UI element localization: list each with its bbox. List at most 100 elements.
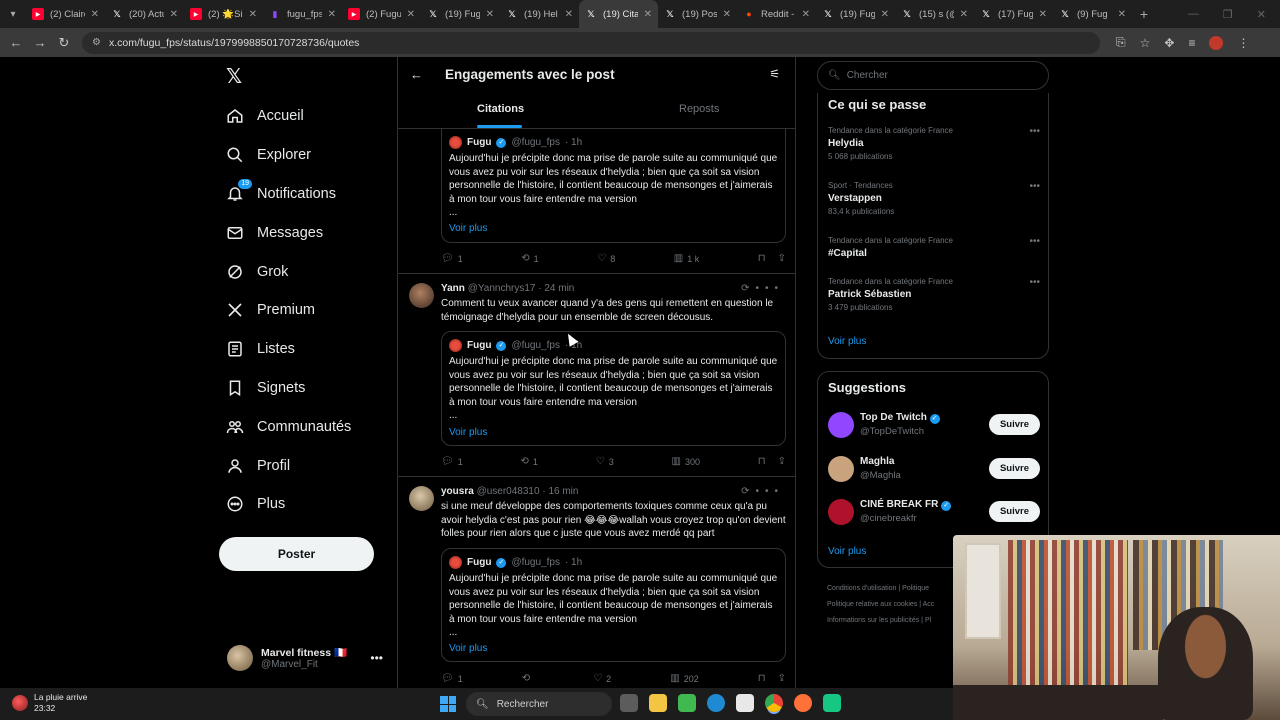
app-icon[interactable] [823, 694, 841, 712]
more-icon[interactable]: ••• [370, 651, 383, 665]
browser-tab[interactable]: 𝕏 (19) Pos ✕ [658, 0, 737, 28]
quote-post[interactable]: yousra @user048310 · 16 min ⟳••• si une me… [398, 478, 795, 688]
views-button[interactable]: ▥ 300 [672, 456, 700, 467]
close-tab-icon[interactable]: ✕ [91, 9, 99, 20]
share-icon[interactable]: ⇪ [778, 673, 786, 684]
store-icon[interactable] [736, 694, 754, 712]
browser-tab[interactable]: ▶ (2) Claire ✕ [26, 0, 105, 28]
extensions-icon[interactable]: ✥ [1164, 36, 1174, 50]
trend-item[interactable]: Tendance dans la catégorie France Patrick… [828, 277, 1040, 312]
footer-link[interactable]: Informations sur les publicités [827, 617, 919, 624]
tab-reposts[interactable]: Reposts [679, 103, 719, 115]
account-switcher[interactable]: Marvel fitness 🇫🇷 @Marvel_Fit ••• [227, 643, 387, 673]
firefox-icon[interactable] [794, 694, 812, 712]
url-bar[interactable]: ⚙ x.com/fugu_fps/status/1979998850170728… [82, 31, 1100, 54]
windows-start-icon[interactable] [440, 696, 456, 712]
post-author-handle[interactable]: @Yannchrys17 [468, 283, 536, 294]
browser-tab[interactable]: 𝕏 (9) Fug ✕ [1053, 0, 1132, 28]
avatar[interactable] [409, 283, 434, 308]
more-icon[interactable]: ••• [755, 486, 784, 497]
sidebar-item-messages[interactable]: Messages [226, 213, 351, 252]
browser-menu-icon[interactable]: ⋮ [1237, 36, 1249, 50]
sidebar-item-listes[interactable]: Listes [226, 330, 351, 369]
views-button[interactable]: ▥ 1 k [674, 253, 699, 264]
close-tab-icon[interactable]: ✕ [644, 9, 652, 20]
taskbar-search[interactable]: 🔍︎ Rechercher [466, 692, 612, 716]
post-author-handle[interactable]: @user048310 [477, 486, 540, 497]
close-tab-icon[interactable]: ✕ [802, 9, 810, 20]
footer-link[interactable]: Conditions d'utilisation [827, 585, 896, 592]
post-button[interactable]: Poster [219, 537, 374, 571]
reload-icon[interactable]: ↻ [52, 35, 76, 51]
footer-link[interactable]: Politique relative aux cookies [827, 601, 917, 608]
more-icon[interactable]: ••• [1029, 126, 1040, 137]
close-tab-icon[interactable]: ✕ [565, 9, 573, 20]
suggestion-name[interactable]: CINÉ BREAK FR ✓ [860, 499, 952, 511]
task-view-icon[interactable] [620, 694, 638, 712]
file-explorer-icon[interactable] [649, 694, 667, 712]
close-tab-icon[interactable]: ✕ [723, 9, 731, 20]
sidebar-item-explorer[interactable]: Explorer [226, 136, 351, 175]
quote-post[interactable]: Yann @Yannchrys17 · 24 min ⟳••• Comment tu… [398, 275, 795, 477]
like-button[interactable]: ♡ 2 [593, 673, 611, 684]
avatar[interactable] [828, 456, 854, 482]
close-tab-icon[interactable]: ✕ [1118, 9, 1126, 20]
sidebar-item-communautes[interactable]: Communautés [226, 407, 351, 446]
install-icon[interactable]: ⎘ [1116, 35, 1126, 50]
browser-tab[interactable]: ▶ (2) 🌟Si ✕ [184, 0, 263, 28]
browser-tab[interactable]: 𝕏 (19) Hel ✕ [500, 0, 579, 28]
quote-post[interactable]: Fugu ✓ @fugu_fps · 1h Aujourd'hui je précipi… [398, 129, 795, 274]
bookmark-icon[interactable]: ⊓ [758, 456, 766, 467]
close-window-icon[interactable]: ✕ [1257, 8, 1266, 21]
browser-tab[interactable]: 𝕏 (20) Actu ✕ [105, 0, 184, 28]
sidebar-item-profil[interactable]: Profil [226, 446, 351, 485]
more-icon[interactable]: ••• [1029, 236, 1040, 247]
footer-link[interactable]: Acc [923, 601, 935, 608]
more-icon[interactable]: ••• [1029, 277, 1040, 288]
footer-link[interactable]: Politique [902, 585, 929, 592]
post-author-name[interactable]: Yann [441, 283, 465, 294]
views-button[interactable]: ▥ 202 [670, 673, 698, 684]
reply-button[interactable]: 💬︎ 1 [441, 456, 463, 467]
new-tab-icon[interactable]: + [1132, 6, 1156, 22]
browser-tab[interactable]: ▮ fugu_fps ✕ [263, 0, 342, 28]
forward-icon[interactable]: → [28, 35, 52, 50]
x-logo-icon[interactable]: 𝕏 [226, 67, 246, 87]
suggestion-name[interactable]: Maghla [860, 456, 894, 467]
tab-search-icon[interactable]: ▾ [0, 0, 26, 28]
browser-tab[interactable]: 𝕏 (19) Cita ✕ [579, 0, 658, 28]
browser-profile-avatar[interactable] [1209, 35, 1224, 50]
bookmark-icon[interactable]: ⊓ [758, 253, 766, 264]
trend-item[interactable]: Tendance dans la catégorie France #Capita… [828, 236, 1040, 259]
bookmark-star-icon[interactable]: ☆ [1140, 36, 1151, 50]
avatar[interactable] [828, 499, 854, 525]
sidebar-item-accueil[interactable]: Accueil [226, 97, 351, 136]
more-icon[interactable]: ••• [755, 283, 784, 294]
browser-tab[interactable]: ● Reddit - ✕ [737, 0, 816, 28]
reply-button[interactable]: 💬︎ 1 [441, 673, 463, 684]
minimize-icon[interactable]: — [1188, 8, 1199, 20]
follow-button[interactable]: Suivre [989, 414, 1040, 435]
site-info-icon[interactable]: ⚙ [92, 37, 101, 48]
close-tab-icon[interactable]: ✕ [407, 9, 415, 20]
reading-list-icon[interactable]: ≡ [1188, 36, 1195, 50]
suggestion-item[interactable]: Top De Twitch ✓ @TopDeTwitch Suivre [828, 410, 1040, 440]
tab-citations[interactable]: Citations [477, 103, 524, 115]
avatar[interactable] [828, 412, 854, 438]
chrome-icon[interactable] [765, 694, 783, 712]
trend-item[interactable]: Tendance dans la catégorie France Helydia… [828, 126, 1040, 161]
close-tab-icon[interactable]: ✕ [486, 9, 494, 20]
show-more-link[interactable]: Voir plus [449, 643, 487, 654]
suggestion-item[interactable]: Maghla @Maghla Suivre [828, 454, 1040, 484]
show-more-link[interactable]: Voir plus [449, 223, 487, 234]
close-tab-icon[interactable]: ✕ [1039, 9, 1047, 20]
sidebar-item-grok[interactable]: Grok [226, 252, 351, 291]
weather-widget[interactable]: La pluie arrive 23:32 [12, 692, 87, 714]
close-tab-icon[interactable]: ✕ [249, 9, 257, 20]
post-time[interactable]: · 16 min [542, 486, 578, 497]
sidebar-item-signets[interactable]: Signets [226, 369, 351, 408]
browser-tab[interactable]: ▶ (2) Fugu ✕ [342, 0, 421, 28]
trends-show-more-link[interactable]: Voir plus [828, 336, 866, 347]
follow-button[interactable]: Suivre [989, 501, 1040, 522]
show-more-link[interactable]: Voir plus [449, 427, 487, 438]
